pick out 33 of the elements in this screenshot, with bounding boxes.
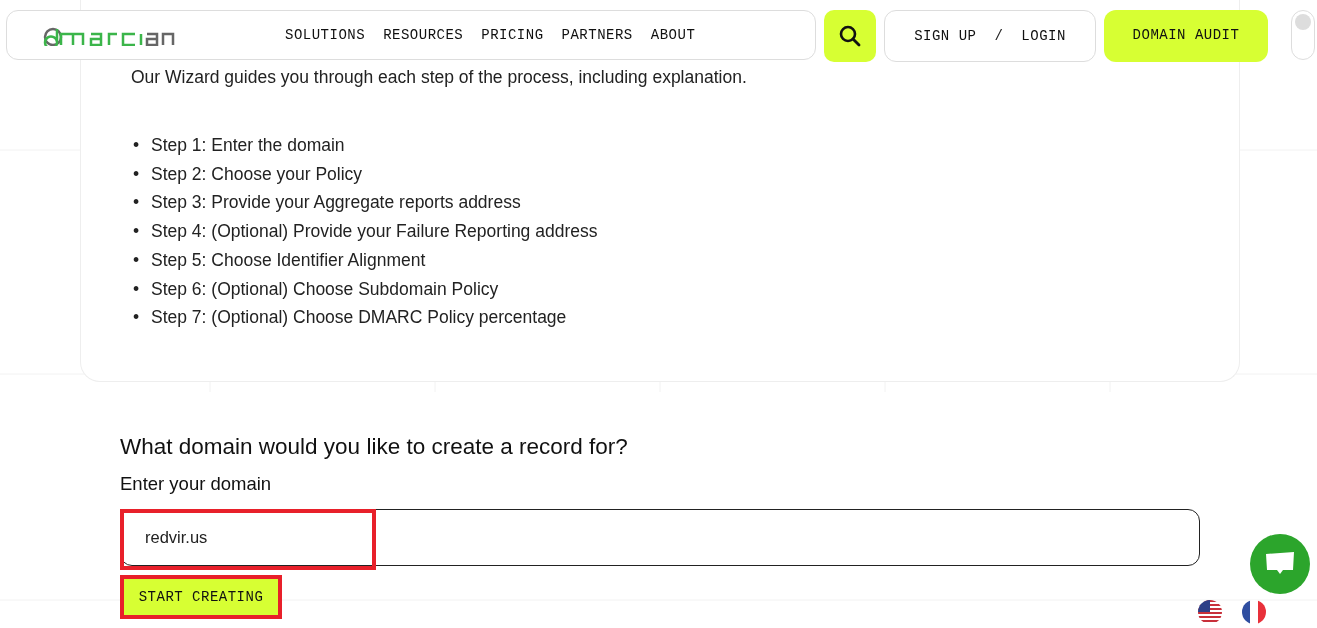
nav-link[interactable]: RESOURCES <box>383 27 464 43</box>
bullet: • <box>133 306 141 330</box>
nav-link[interactable]: PRICING <box>481 27 544 43</box>
search-icon <box>838 24 862 48</box>
login-link[interactable]: LOGIN <box>1021 28 1066 44</box>
bullet: • <box>133 277 141 301</box>
bullet: • <box>133 191 141 215</box>
bullet: • <box>133 162 141 186</box>
bullet: • <box>133 248 141 272</box>
nav-link[interactable]: SOLUTIONS <box>285 27 366 43</box>
step-item: Step 5: Choose Identifier Alignment <box>151 248 426 272</box>
step-item: Step 1: Enter the domain <box>151 134 345 157</box>
bullet: • <box>133 220 141 244</box>
step-item: Step 2: Choose your Policy <box>151 162 363 186</box>
step-item: Step 4: (Optional) Provide your Failure Reporting address <box>151 220 598 244</box>
separator: / <box>994 28 1004 44</box>
step-item: Step 3: Provide your Aggregate reports address <box>151 191 521 215</box>
nav-link[interactable]: PARTNERS <box>561 27 633 43</box>
sign-up-link[interactable]: SIGN UP <box>914 28 977 44</box>
step-item: Step 7: (Optional) Choose DMARC Policy percentage <box>151 306 567 330</box>
field-label: Enter your domain <box>120 473 273 495</box>
search-button[interactable] <box>824 10 876 62</box>
step-item: Step 6: (Optional) Choose Subdomain Policy <box>151 277 499 301</box>
intro-text: Our Wizard guides you through each step of the process, including explanation. <box>131 67 748 88</box>
question-heading: What domain would you like to create a record for? <box>120 434 629 460</box>
theme-toggle[interactable] <box>1291 10 1315 60</box>
flag-icon[interactable] <box>1198 600 1222 624</box>
domain-audit-button[interactable]: DOMAIN AUDIT <box>1104 10 1268 62</box>
flag-icon[interactable] <box>1242 600 1266 624</box>
chat-button[interactable] <box>1250 534 1310 594</box>
bullet: • <box>133 134 141 157</box>
start-creating-button[interactable]: START CREATING <box>124 579 278 615</box>
nav-link[interactable]: ABOUT <box>650 27 696 43</box>
